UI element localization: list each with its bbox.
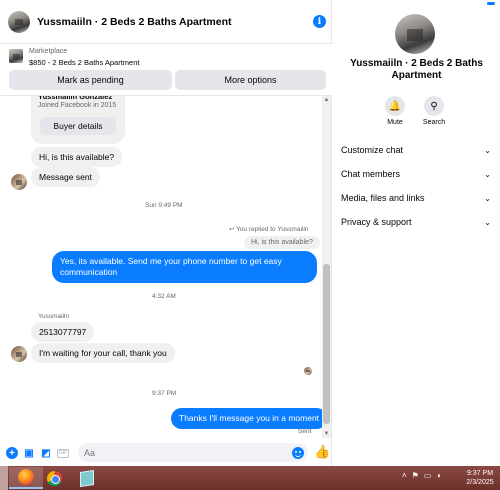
marketplace-label-overlay: Marketplace [29,48,68,55]
chat-scrollbar[interactable]: ▲ ▼ [322,96,331,438]
row-label: Privacy & support [341,217,412,227]
outgoing-message[interactable]: Yes, its available. Send me your phone n… [52,251,317,283]
buyer-details-button[interactable]: Buyer details [40,117,116,135]
volume-icon[interactable]: ◖ [436,471,441,480]
marketplace-bar-overlay: Marketplace $850 - 2 Beds 2 Baths Apartm… [0,44,332,96]
chevron-down-icon: ⌄ [484,145,491,155]
taskbar: ˄ ⚑ ▭ ◖ 9:37 PM 2/3/2025 [0,466,500,490]
taskbar-clock[interactable]: 9:37 PM 2/3/2025 [462,469,498,487]
firefox-icon [18,469,34,485]
quoted-message[interactable]: Hi, is this available? [244,236,320,249]
chevron-down-icon: ⌄ [484,169,491,179]
scroll-down-arrow-icon[interactable]: ▼ [322,430,331,438]
bell-icon[interactable]: 🔔 [385,96,405,116]
timestamp: 9:37 PM [152,390,177,397]
incoming-message[interactable]: I'm waiting for your call, thank you [31,343,175,363]
clock-time: 9:37 PM [466,470,494,477]
taskbar-notes[interactable] [70,467,104,489]
message-input[interactable] [78,443,308,462]
chevron-up-icon[interactable]: ˄ [402,471,407,480]
plus-icon[interactable]: + [6,447,18,459]
flag-icon[interactable]: ⚑ [412,471,419,480]
timestamp: Sun 9:49 PM [145,202,183,209]
media-files-links-row[interactable]: Media, files and links ⌄ [341,190,491,206]
listing-thumbnail-overlay [9,49,23,63]
sender-avatar[interactable] [11,174,27,190]
indicator-dot [487,2,495,5]
scroll-up-arrow-icon[interactable]: ▲ [322,96,331,104]
buyer-profile-card: Yussmaiiln Gonzalez Joined Facebook in 2… [31,92,125,144]
sent-status: Sent [298,428,312,435]
network-icon[interactable]: ▭ [424,471,432,480]
incoming-message[interactable]: 2513077797 [31,322,95,342]
incoming-message[interactable]: Message sent [31,167,100,187]
more-options-button-overlay[interactable]: More options [175,70,326,90]
incoming-message[interactable]: Hi, is this available? [31,147,123,167]
mute-button[interactable]: 🔔 Mute [377,96,413,126]
chevron-down-icon: ⌄ [484,193,491,203]
message-composer: + ▣ ◩ GIF 👍 [0,440,332,466]
thumbs-up-icon[interactable]: 👍 [314,444,330,460]
image-icon[interactable]: ▣ [23,447,35,459]
privacy-support-row[interactable]: Privacy & support ⌄ [341,214,491,230]
notes-app-icon [80,469,94,487]
panel-title: Yussmaiiln · 2 Beds 2 Baths Apartment [350,58,483,81]
buyer-joined: Joined Facebook in 2015 [38,102,117,109]
chat-window: Yussmaiiln · 2 Beds 2 Baths Apartment i … [0,0,332,466]
reply-note: ↩ You replied to Yussmaiiln [229,225,308,233]
search-button[interactable]: ⚲ Search [416,96,452,126]
system-tray: ˄ ⚑ ▭ ◖ [402,471,441,480]
sender-avatar[interactable] [11,346,27,362]
panel-avatar[interactable] [395,14,435,54]
gif-icon[interactable]: GIF [57,448,69,458]
row-label: Media, files and links [341,193,425,203]
mute-label: Mute [387,119,403,126]
chat-avatar[interactable] [8,10,30,33]
sticker-icon[interactable]: ◩ [40,447,52,459]
reply-note-text: You replied to Yussmaiiln [236,226,309,233]
row-label: Customize chat [341,145,404,155]
chat-header: Yussmaiiln · 2 Beds 2 Baths Apartment i [0,0,332,44]
clock-date: 2/3/2025 [466,479,494,486]
chevron-down-icon: ⌄ [484,217,491,227]
search-icon[interactable]: ⚲ [424,96,444,116]
customize-chat-row[interactable]: Customize chat ⌄ [341,142,491,158]
chrome-icon [46,470,62,486]
chat-info-panel: Yussmaiiln · 2 Beds 2 Baths Apartment 🔔 … [333,0,500,466]
taskbar-chrome[interactable] [37,467,71,489]
info-icon[interactable]: i [313,15,326,28]
listing-title-overlay: $850 - 2 Beds 2 Baths Apartment [29,58,140,67]
outgoing-message[interactable]: Thanks I'll message you in a moment [171,408,328,429]
chat-members-row[interactable]: Chat members ⌄ [341,166,491,182]
scroll-thumb[interactable] [323,264,330,424]
read-receipt-avatar [304,367,312,375]
search-label: Search [422,119,446,126]
start-button[interactable] [0,466,8,490]
chat-title[interactable]: Yussmaiiln · 2 Beds 2 Baths Apartment [37,16,313,28]
mark-as-pending-button-overlay[interactable]: Mark as pending [9,70,172,90]
row-label: Chat members [341,169,401,179]
timestamp: 4:32 AM [152,293,176,300]
emoji-icon[interactable] [292,447,304,459]
sender-name: Yussmaiiln [38,313,70,320]
